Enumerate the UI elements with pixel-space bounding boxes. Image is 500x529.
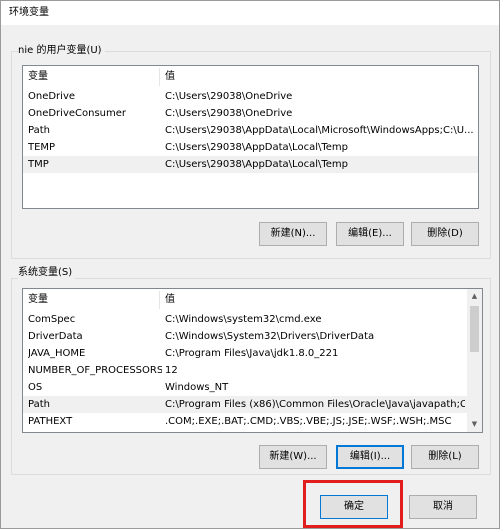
system-delete-button[interactable]: 删除(L) bbox=[411, 445, 479, 469]
variable-name: OS bbox=[28, 382, 43, 393]
column-header-value[interactable]: 值 bbox=[165, 66, 175, 88]
column-header-value[interactable]: 值 bbox=[165, 289, 175, 311]
variable-value: C:\Users\29038\AppData\Local\Temp bbox=[165, 142, 348, 153]
title-bar[interactable]: 环境变量 bbox=[1, 1, 499, 25]
variable-name: NUMBER_OF_PROCESSORS bbox=[28, 365, 162, 376]
variable-value: C:\Users\29038\OneDrive bbox=[165, 91, 293, 102]
variable-value: C:\Program Files\Java\jdk1.8.0_221 bbox=[165, 348, 339, 359]
variable-value: C:\Users\29038\AppData\Local\Temp bbox=[165, 159, 348, 170]
variable-name: OneDrive bbox=[28, 91, 76, 102]
variable-value: .COM;.EXE;.BAT;.CMD;.VBS;.VBE;.JS;.JSE;.… bbox=[165, 416, 452, 427]
window-title: 环境变量 bbox=[9, 7, 49, 18]
variable-value: C:\Program Files (x86)\Common Files\Orac… bbox=[165, 399, 465, 410]
variable-value: C:\Windows\system32\cmd.exe bbox=[165, 314, 322, 325]
system-variables-label: 系统变量(S) bbox=[18, 267, 76, 279]
scroll-down-icon[interactable]: ▼ bbox=[467, 417, 482, 432]
variable-name: TEMP bbox=[28, 142, 56, 153]
table-row[interactable]: OneDrive C:\Users\29038\OneDrive bbox=[23, 88, 478, 105]
user-edit-button[interactable]: 编辑(E)... bbox=[336, 222, 404, 246]
variable-name: Path bbox=[28, 125, 50, 136]
environment-variables-dialog: 环境变量 nie 的用户变量(U) 变量 值 OneDrive C:\Users… bbox=[0, 0, 500, 529]
table-row[interactable]: OneDriveConsumer C:\Users\29038\OneDrive bbox=[23, 105, 478, 122]
column-header-variable[interactable]: 变量 bbox=[28, 66, 48, 88]
system-variables-rows: ComSpec C:\Windows\system32\cmd.exe Driv… bbox=[23, 311, 467, 430]
user-variables-rows: OneDrive C:\Users\29038\OneDrive OneDriv… bbox=[23, 88, 478, 173]
table-row-selected[interactable]: TMP C:\Users\29038\AppData\Local\Temp bbox=[23, 156, 478, 173]
variable-value: 12 bbox=[165, 365, 178, 376]
system-variables-list[interactable]: 变量 值 ComSpec C:\Windows\system32\cmd.exe… bbox=[22, 288, 483, 433]
variable-name: DriverData bbox=[28, 331, 83, 342]
variable-value: C:\Windows\System32\Drivers\DriverData bbox=[165, 331, 375, 342]
variable-name: ComSpec bbox=[28, 314, 76, 325]
table-row[interactable]: ComSpec C:\Windows\system32\cmd.exe bbox=[23, 311, 467, 328]
variable-value: Windows_NT bbox=[165, 382, 229, 393]
vertical-scrollbar[interactable]: ▲ ▼ bbox=[467, 289, 482, 432]
variable-value: C:\Users\29038\AppData\Local\Microsoft\W… bbox=[165, 125, 474, 136]
cancel-button[interactable]: 取消 bbox=[409, 495, 477, 519]
user-variables-label: nie 的用户变量(U) bbox=[18, 45, 105, 57]
variable-name: PATHEXT bbox=[28, 416, 73, 427]
table-row[interactable]: Path C:\Users\29038\AppData\Local\Micros… bbox=[23, 122, 478, 139]
variable-name: Path bbox=[28, 399, 50, 410]
table-row[interactable]: DriverData C:\Windows\System32\Drivers\D… bbox=[23, 328, 467, 345]
system-variables-header: 变量 值 bbox=[23, 289, 467, 311]
ok-button-highlight bbox=[303, 480, 403, 528]
table-row[interactable]: JAVA_HOME C:\Program Files\Java\jdk1.8.0… bbox=[23, 345, 467, 362]
system-edit-button[interactable]: 编辑(I)... bbox=[336, 445, 404, 469]
variable-name: OneDriveConsumer bbox=[28, 108, 127, 119]
user-delete-button[interactable]: 删除(D) bbox=[411, 222, 479, 246]
user-variables-list[interactable]: 变量 值 OneDrive C:\Users\29038\OneDrive On… bbox=[22, 65, 479, 209]
scroll-up-icon[interactable]: ▲ bbox=[467, 289, 482, 304]
table-row[interactable]: OS Windows_NT bbox=[23, 379, 467, 396]
variable-name: JAVA_HOME bbox=[28, 348, 86, 359]
column-separator[interactable] bbox=[159, 68, 160, 86]
system-new-button[interactable]: 新建(W)... bbox=[259, 445, 327, 469]
user-variables-header: 变量 值 bbox=[23, 66, 478, 88]
variable-name: TMP bbox=[28, 159, 49, 170]
column-header-variable[interactable]: 变量 bbox=[28, 289, 48, 311]
scroll-thumb[interactable] bbox=[470, 306, 479, 352]
table-row-selected[interactable]: Path C:\Program Files (x86)\Common Files… bbox=[23, 396, 467, 413]
variable-value: C:\Users\29038\OneDrive bbox=[165, 108, 293, 119]
user-new-button[interactable]: 新建(N)... bbox=[259, 222, 327, 246]
table-row[interactable]: TEMP C:\Users\29038\AppData\Local\Temp bbox=[23, 139, 478, 156]
column-separator[interactable] bbox=[159, 291, 160, 309]
table-row[interactable]: NUMBER_OF_PROCESSORS 12 bbox=[23, 362, 467, 379]
table-row[interactable]: PATHEXT .COM;.EXE;.BAT;.CMD;.VBS;.VBE;.J… bbox=[23, 413, 467, 430]
